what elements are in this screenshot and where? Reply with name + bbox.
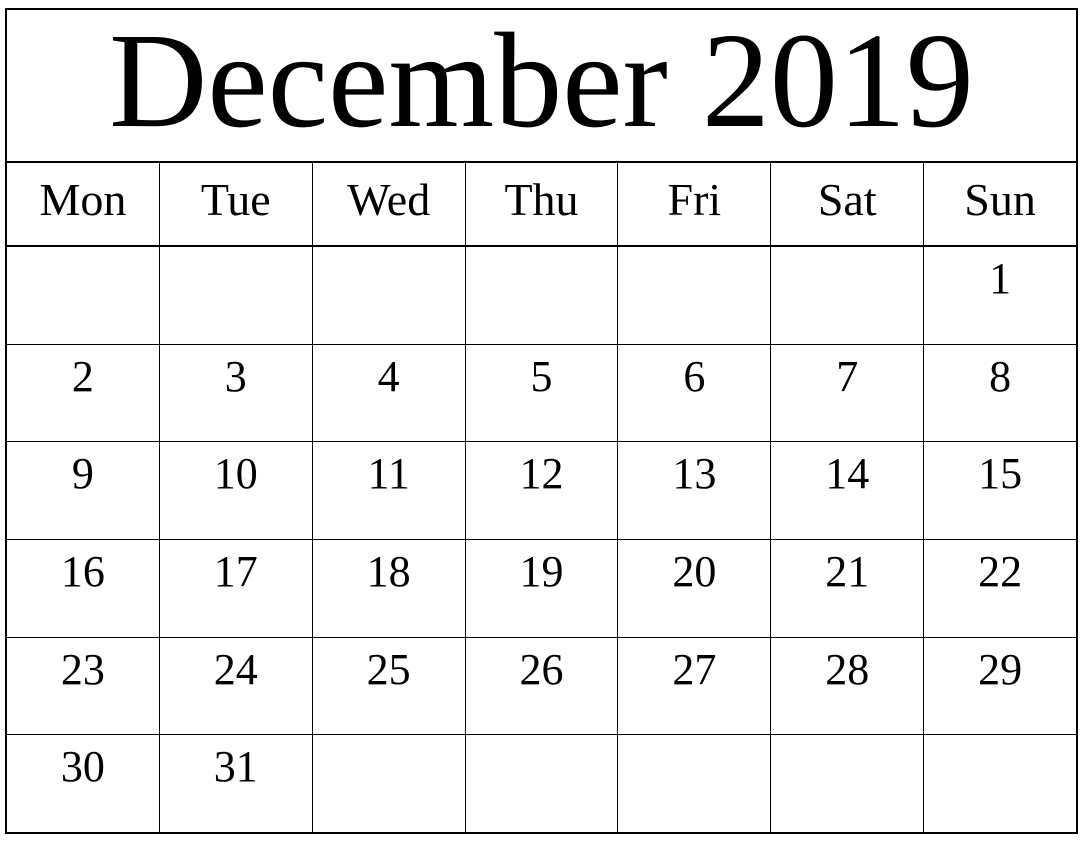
day-cell[interactable]: 18: [313, 540, 466, 637]
day-number: 14: [825, 449, 870, 499]
weekday-label: Mon: [39, 174, 127, 225]
day-cell[interactable]: [771, 735, 925, 833]
day-cell[interactable]: [160, 247, 313, 344]
weekday-header-sun: Sun: [924, 163, 1076, 245]
day-number: 25: [366, 644, 411, 694]
day-cell[interactable]: [618, 247, 772, 344]
calendar-title-band: December 2019: [7, 10, 1076, 163]
day-number: 27: [672, 644, 717, 694]
day-cell[interactable]: 31: [160, 735, 313, 833]
day-cell[interactable]: 5: [466, 344, 619, 442]
weekday-header-tue: Tue: [160, 163, 313, 245]
week-row: 23 24 25 26 27 28 29: [7, 637, 1076, 736]
day-cell[interactable]: 16: [7, 540, 160, 637]
weekday-header-fri: Fri: [618, 163, 772, 245]
day-number: 3: [224, 351, 247, 401]
day-cell[interactable]: [466, 247, 619, 344]
day-number: 30: [60, 742, 105, 792]
day-cell[interactable]: [313, 247, 466, 344]
day-cell[interactable]: 20: [618, 540, 772, 637]
day-cell[interactable]: [313, 735, 466, 833]
week-row: 2 3 4 5 6 7 8: [7, 344, 1076, 443]
calendar-frame: December 2019 Mon Tue Wed Thu Fri Sat Su…: [5, 8, 1078, 834]
day-cell[interactable]: [924, 735, 1076, 832]
day-cell[interactable]: 11: [313, 442, 466, 540]
day-cell[interactable]: 28: [771, 637, 925, 735]
day-cell[interactable]: [466, 735, 619, 833]
day-number: 15: [978, 449, 1023, 499]
day-cell[interactable]: 2: [7, 344, 160, 442]
day-cell[interactable]: 23: [7, 637, 160, 735]
day-number: 16: [60, 547, 105, 597]
day-cell[interactable]: 25: [313, 637, 466, 735]
day-number: 11: [367, 449, 410, 499]
day-cell[interactable]: 24: [160, 637, 313, 735]
day-cell[interactable]: 10: [160, 442, 313, 540]
day-cell[interactable]: 3: [160, 344, 313, 442]
calendar-page: December 2019 Mon Tue Wed Thu Fri Sat Su…: [0, 0, 1085, 849]
day-number: 22: [978, 547, 1023, 597]
day-cell[interactable]: 15: [924, 442, 1076, 539]
day-cell[interactable]: 8: [924, 345, 1076, 442]
day-number: 6: [683, 351, 706, 401]
day-number: 18: [366, 547, 411, 597]
day-cell[interactable]: 7: [771, 344, 925, 442]
day-cell[interactable]: 19: [466, 540, 619, 637]
day-number: 4: [377, 351, 400, 401]
day-cell[interactable]: [7, 247, 160, 344]
day-cell[interactable]: 4: [313, 344, 466, 442]
week-row: 16 17 18 19 20 21 22: [7, 540, 1076, 638]
day-cell[interactable]: 29: [924, 638, 1076, 735]
weekday-label: Tue: [200, 174, 271, 225]
weekday-label: Sun: [964, 174, 1036, 225]
day-number: 1: [989, 254, 1012, 303]
day-number: 10: [213, 449, 258, 499]
weekday-header-thu: Thu: [466, 163, 619, 245]
day-cell[interactable]: 17: [160, 540, 313, 637]
day-number: 20: [672, 547, 717, 597]
day-cell[interactable]: 1: [924, 247, 1076, 344]
day-cell[interactable]: [618, 735, 772, 833]
day-number: 23: [60, 644, 105, 694]
day-number: 17: [213, 547, 258, 597]
day-number: 2: [71, 351, 94, 401]
day-cell[interactable]: 22: [924, 540, 1076, 637]
day-cell[interactable]: 12: [466, 442, 619, 540]
weekday-label: Sat: [817, 174, 877, 225]
day-cell[interactable]: 26: [466, 637, 619, 735]
day-number: 9: [71, 449, 94, 499]
day-number: 19: [519, 547, 564, 597]
day-cell[interactable]: 27: [618, 637, 772, 735]
weekday-label: Thu: [504, 174, 579, 225]
day-cell[interactable]: 14: [771, 442, 925, 540]
day-number: 13: [672, 449, 717, 499]
weekday-header-row: Mon Tue Wed Thu Fri Sat Sun: [7, 163, 1076, 247]
day-cell[interactable]: [771, 247, 925, 344]
weekday-label: Fri: [667, 174, 722, 225]
day-number: 29: [978, 644, 1023, 694]
day-number: 5: [530, 351, 553, 401]
day-number: 26: [519, 644, 564, 694]
page-title: December 2019: [109, 10, 974, 156]
week-row: 9 10 11 12 13 14 15: [7, 442, 1076, 541]
weekday-header-wed: Wed: [313, 163, 466, 245]
day-cell[interactable]: 6: [618, 344, 772, 442]
day-cell[interactable]: 13: [618, 442, 772, 540]
day-number: 24: [213, 644, 258, 694]
week-row: 30 31: [7, 735, 1076, 833]
day-number: 12: [519, 449, 564, 499]
day-number: 28: [825, 644, 870, 694]
day-cell[interactable]: 30: [7, 735, 160, 833]
weekday-label: Wed: [347, 174, 431, 225]
weekday-header-sat: Sat: [771, 163, 925, 245]
day-number: 21: [825, 547, 870, 597]
day-number: 8: [989, 351, 1012, 401]
calendar-grid: Mon Tue Wed Thu Fri Sat Sun 1 2 3 4 5 6 …: [7, 163, 1076, 833]
week-row: 1: [7, 247, 1076, 345]
day-cell[interactable]: 21: [771, 540, 925, 637]
day-number: 31: [213, 742, 258, 792]
weekday-header-mon: Mon: [7, 163, 160, 245]
day-number: 7: [836, 351, 859, 401]
day-cell[interactable]: 9: [7, 442, 160, 540]
